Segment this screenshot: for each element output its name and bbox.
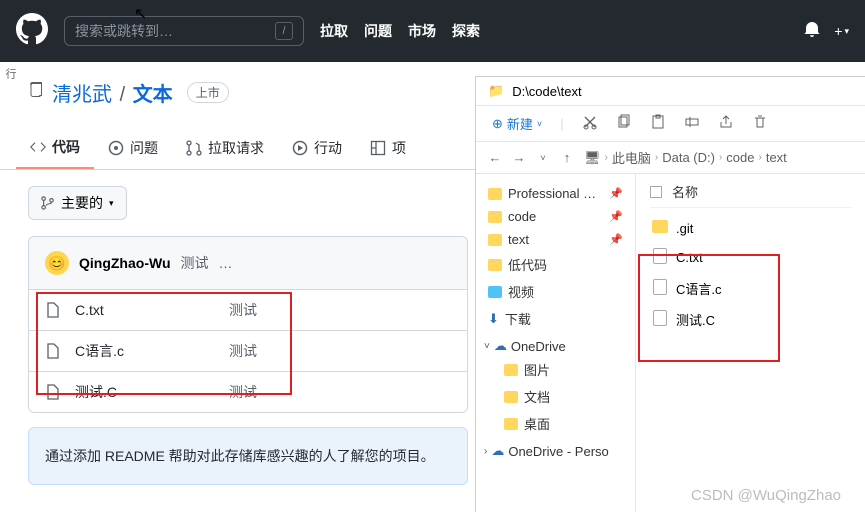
explorer-titlebar[interactable]: 📁 D:\code\text: [476, 77, 865, 106]
file-commit-msg[interactable]: 测试: [229, 300, 257, 320]
create-new-dropdown[interactable]: +▾: [834, 23, 849, 39]
commit-message[interactable]: 测试: [181, 253, 209, 273]
explorer-navbar: ← → ˅ ↑ 🖥› 此电脑› Data (D:)› code› text: [476, 142, 865, 174]
repo-name-link[interactable]: 文本: [133, 84, 173, 106]
delete-icon[interactable]: [752, 114, 768, 133]
tree-item[interactable]: text📌: [484, 228, 627, 251]
visibility-badge: 上市: [187, 82, 229, 103]
list-header[interactable]: 名称: [650, 182, 851, 208]
explorer-toolbar: ⊕ 新建 ˅ |: [476, 106, 865, 142]
github-logo-icon[interactable]: [16, 13, 48, 50]
nav-explore[interactable]: 探索: [452, 21, 480, 41]
explorer-tree[interactable]: Professional …📌 code📌 text📌 低代码 视频 ⬇下载 ˅…: [476, 174, 636, 512]
readme-hint[interactable]: 通过添加 README 帮助对此存储库感兴趣的人了解您的项目。: [28, 427, 468, 485]
tree-group-onedrive-personal[interactable]: ›☁OneDrive - Perso: [484, 437, 627, 461]
explorer-file-list[interactable]: 名称 .git C.txt C语言.c 测试.C: [636, 174, 865, 512]
slash-key-icon: /: [275, 22, 293, 40]
pin-icon: 📌: [609, 233, 623, 246]
window-title: D:\code\text: [512, 84, 581, 99]
nav-up-icon[interactable]: ↑: [560, 150, 574, 165]
nav-issues[interactable]: 问题: [364, 21, 392, 41]
folder-icon: [652, 220, 668, 233]
nav-forward-icon[interactable]: →: [512, 150, 526, 165]
list-item[interactable]: .git: [650, 214, 851, 242]
cloud-icon: ☁: [494, 338, 507, 354]
file-name[interactable]: C语言.c: [75, 341, 215, 361]
file-commit-msg[interactable]: 测试: [229, 382, 257, 402]
tree-item[interactable]: 桌面: [484, 410, 627, 437]
file-list: 😊 QingZhao-Wu 测试 … C.txt 测试 C语言.c 测试 测试.…: [28, 236, 468, 413]
pin-icon: 📌: [609, 187, 623, 200]
search-box[interactable]: /: [64, 16, 304, 46]
tab-code[interactable]: 代码: [16, 127, 94, 169]
c-file-icon: [653, 310, 667, 326]
nav-back-icon[interactable]: ←: [488, 150, 502, 165]
latest-commit-bar[interactable]: 😊 QingZhao-Wu 测试 …: [29, 237, 467, 290]
notifications-icon[interactable]: [804, 21, 820, 42]
tab-actions[interactable]: 行动: [278, 127, 356, 169]
folder-icon: 📁: [488, 83, 504, 99]
new-button[interactable]: ⊕ 新建 ˅: [492, 114, 542, 133]
tab-pulls[interactable]: 拉取请求: [172, 127, 278, 169]
pin-icon: 📌: [609, 210, 623, 223]
repo-owner-link[interactable]: 清兆武: [52, 84, 112, 106]
breadcrumb[interactable]: 🖥› 此电脑› Data (D:)› code› text: [584, 148, 787, 167]
file-commit-msg[interactable]: 测试: [229, 341, 257, 361]
left-margin-tab: 行: [0, 66, 20, 81]
c-file-icon: [653, 279, 667, 295]
share-icon[interactable]: [718, 114, 734, 133]
paste-icon[interactable]: [650, 114, 666, 133]
nav-pulls[interactable]: 拉取: [320, 21, 348, 41]
file-row[interactable]: C.txt 测试: [29, 290, 467, 331]
tree-group-onedrive[interactable]: ˅☁OneDrive: [484, 332, 627, 356]
file-row[interactable]: 测试.C 测试: [29, 372, 467, 412]
tab-projects[interactable]: 项: [356, 127, 420, 169]
tree-item[interactable]: Professional …📌: [484, 182, 627, 205]
txt-file-icon: [653, 248, 667, 264]
commit-author[interactable]: QingZhao-Wu: [79, 255, 171, 271]
list-item[interactable]: C.txt: [650, 242, 851, 273]
tree-item[interactable]: code📌: [484, 205, 627, 228]
copy-icon[interactable]: [616, 114, 632, 133]
nav-recent-icon[interactable]: ˅: [536, 153, 550, 163]
file-row[interactable]: C语言.c 测试: [29, 331, 467, 372]
list-item[interactable]: C语言.c: [650, 273, 851, 304]
commit-more-icon[interactable]: …: [219, 255, 233, 271]
file-explorer-window: 📁 D:\code\text ⊕ 新建 ˅ | ← → ˅ ↑ 🖥› 此电脑› …: [475, 76, 865, 512]
search-input[interactable]: [75, 23, 267, 39]
tree-item[interactable]: 低代码: [484, 251, 627, 278]
branch-dropdown[interactable]: 主要的▾: [28, 186, 127, 220]
primary-nav: 拉取 问题 市场 探索: [320, 21, 480, 41]
path-separator: /: [120, 84, 126, 106]
download-icon: ⬇: [488, 311, 499, 327]
rename-icon[interactable]: [684, 114, 700, 133]
file-name[interactable]: C.txt: [75, 302, 215, 318]
cut-icon[interactable]: [582, 114, 598, 133]
tab-issues[interactable]: 问题: [94, 127, 172, 169]
repo-icon: [28, 82, 44, 103]
watermark: CSDN @WuQingZhao: [691, 487, 841, 504]
cloud-icon: ☁: [491, 443, 504, 459]
github-header: / 拉取 问题 市场 探索 +▾: [0, 0, 865, 62]
nav-marketplace[interactable]: 市场: [408, 21, 436, 41]
tree-item[interactable]: 文档: [484, 383, 627, 410]
tree-item[interactable]: 视频: [484, 278, 627, 305]
tree-item[interactable]: ⬇下载: [484, 305, 627, 332]
pc-icon: 🖥: [584, 150, 601, 166]
tree-item[interactable]: 图片: [484, 356, 627, 383]
avatar: 😊: [45, 251, 69, 275]
file-name[interactable]: 测试.C: [75, 382, 215, 402]
list-item[interactable]: 测试.C: [650, 304, 851, 335]
select-all-checkbox[interactable]: [650, 186, 662, 198]
